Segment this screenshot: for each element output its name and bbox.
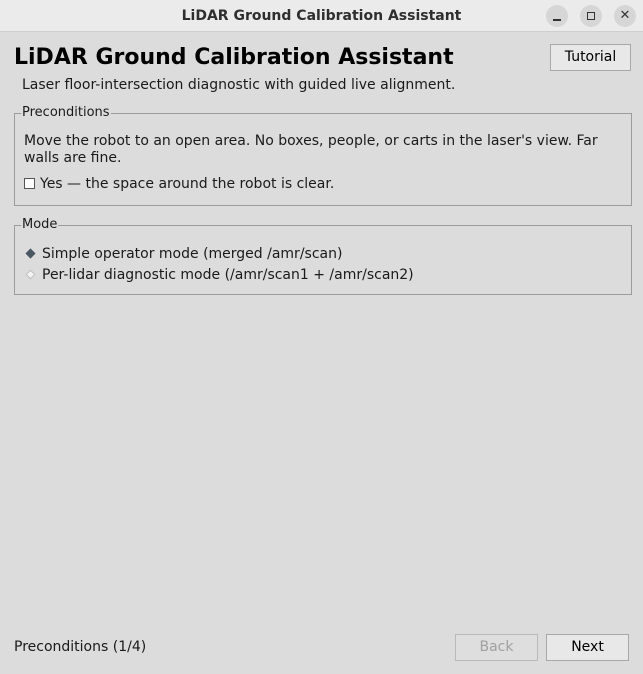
close-icon: ✕ (619, 8, 631, 23)
radio-unselected-icon[interactable] (25, 269, 36, 279)
preconditions-group: Preconditions Move the robot to an open … (14, 105, 632, 206)
mode-option-simple[interactable]: Simple operator mode (merged /amr/scan) (24, 245, 342, 263)
next-button[interactable]: Next (546, 634, 629, 661)
page-title: LiDAR Ground Calibration Assistant (14, 45, 454, 70)
assistant-window: LiDAR Ground Calibration Assistant ✕ LiD… (0, 0, 643, 674)
mode-option-label: Simple operator mode (merged /amr/scan) (42, 246, 343, 262)
clear-space-checkbox-row[interactable]: Yes — the space around the robot is clea… (24, 175, 334, 193)
close-button[interactable]: ✕ (614, 5, 636, 27)
minimize-icon (553, 19, 561, 21)
back-button[interactable]: Back (455, 634, 538, 661)
title-bar[interactable]: LiDAR Ground Calibration Assistant ✕ (0, 0, 643, 32)
clear-space-checkbox-label: Yes — the space around the robot is clea… (40, 176, 335, 192)
preconditions-legend: Preconditions (21, 105, 111, 121)
mode-legend: Mode (21, 217, 59, 233)
maximize-icon (587, 12, 595, 20)
mode-option-label: Per-lidar diagnostic mode (/amr/scan1 + … (42, 267, 414, 283)
mode-option-per-lidar[interactable]: Per-lidar diagnostic mode (/amr/scan1 + … (24, 266, 414, 284)
mode-group: Mode Simple operator mode (merged /amr/s… (14, 217, 632, 295)
preconditions-description: Move the robot to an open area. No boxes… (24, 133, 598, 166)
radio-selected-icon[interactable] (25, 248, 36, 258)
page-subtitle: Laser floor-intersection diagnostic with… (22, 77, 456, 93)
tutorial-button[interactable]: Tutorial (550, 44, 631, 71)
step-status: Preconditions (1/4) (14, 639, 147, 655)
minimize-button[interactable] (546, 5, 568, 27)
clear-space-checkbox[interactable] (24, 177, 35, 189)
maximize-button[interactable] (580, 5, 602, 27)
